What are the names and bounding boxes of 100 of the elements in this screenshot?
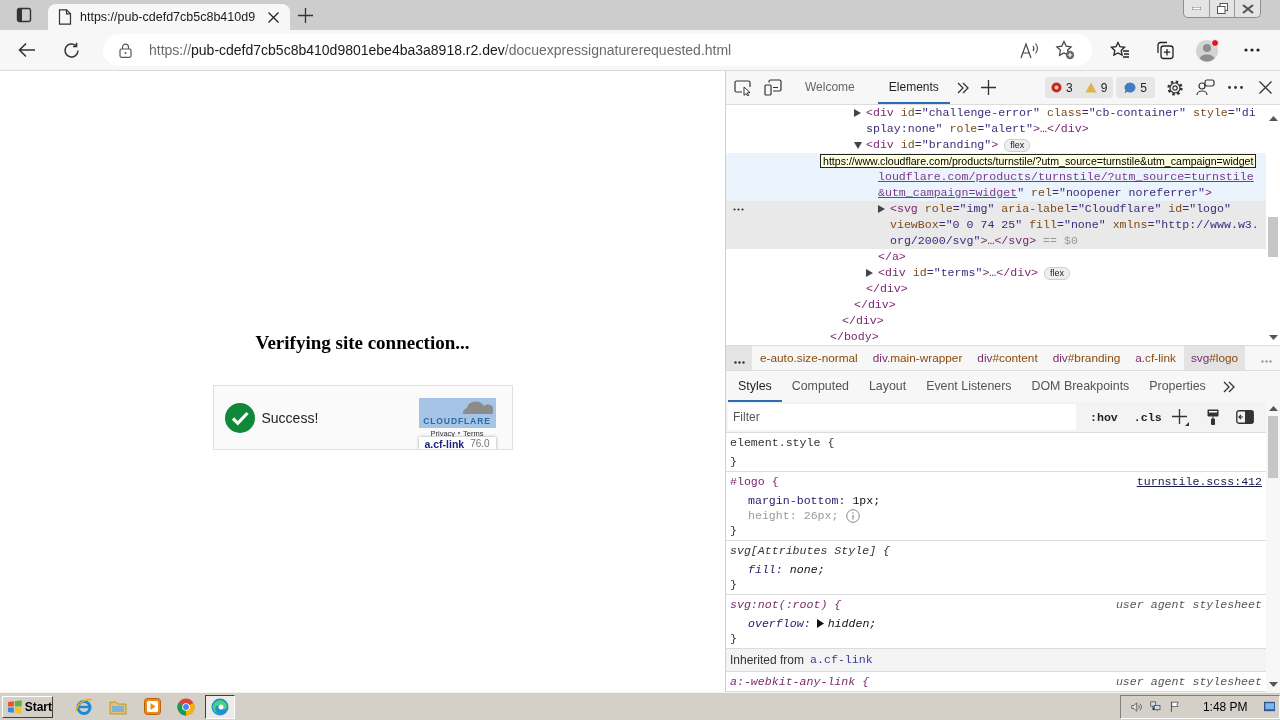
- filter-field[interactable]: Filter: [728, 404, 1076, 430]
- dom-node-markup: viewBox="0 0 74 25" fill="none" xmlns="http://www.w3.: [890, 217, 1259, 233]
- breadcrumb[interactable]: svg#logo: [1183, 346, 1246, 370]
- expand-triangle-icon[interactable]: [816, 619, 824, 628]
- flex-badge[interactable]: flex: [1044, 266, 1071, 280]
- expand-triangle-icon[interactable]: [866, 269, 873, 277]
- breadcrumb[interactable]: div#branding: [1045, 346, 1128, 370]
- scroll-up-icon[interactable]: [1268, 406, 1278, 411]
- breadcrumb[interactable]: div.main-wrapper: [865, 346, 970, 370]
- devtools-tab[interactable]: Welcome: [794, 71, 866, 104]
- warning-icon: [1084, 82, 1097, 93]
- dom-node-row[interactable]: https://www.cloudflare.com/products/turnstile/?utm_source=turnstile&utm_campaign=widget loudflare.com/products/turnstile/?utm_source=turnstile &utm_campaign=widget" rel="noopener noreferrer">: [726, 153, 1266, 201]
- tab-title: https://pub-cdefd7cb5c8b410d9: [80, 10, 257, 24]
- flex-badge[interactable]: flex: [1004, 138, 1031, 152]
- source-link[interactable]: turnstile.scss:412: [1136, 474, 1262, 490]
- address-url: https://pub-cdefd7cb5c8b410d9801ebe4ba3a8918.r2.dev/docuexpressignaturerequested.html: [149, 42, 732, 58]
- link-tooltip: https://www.cloudflare.com/products/turnstile/?utm_source=turnstile&utm_campaign=widget: [820, 154, 1257, 168]
- closing-brace: }: [730, 523, 737, 539]
- expand-triangle-icon[interactable]: [878, 205, 885, 213]
- rule-selector: element.style {: [730, 435, 835, 451]
- state-toggle-button[interactable]: .cls: [1131, 406, 1164, 428]
- scrollbar-thumb[interactable]: [1268, 416, 1278, 478]
- scrollbar[interactable]: [1266, 402, 1280, 692]
- refresh-icon: [62, 41, 80, 59]
- tricolor-circle-icon: [177, 697, 195, 716]
- css-property[interactable]: overflow:: [748, 615, 811, 632]
- error-icon: [1050, 82, 1062, 93]
- address-bar[interactable]: https://pub-cdefd7cb5c8b410d9801ebe4ba3a8918.r2.dev/docuexpressignaturerequested.html: [103, 34, 1092, 66]
- breadcrumb-more-button[interactable]: [726, 346, 752, 370]
- css-value[interactable]: hidden;: [827, 615, 877, 632]
- dom-node-markup: <div id="branding">: [866, 137, 999, 153]
- styles-pane-tab[interactable]: DOM Breakpoints: [1021, 371, 1140, 402]
- dom-node-markup: org/2000/svg">…</svg> == $0: [890, 233, 1078, 249]
- styles-pane-tab[interactable]: Event Listeners: [916, 371, 1022, 402]
- closing-tag: </div>: [866, 281, 908, 297]
- success-check-icon: [224, 402, 255, 433]
- dom-node-row[interactable]: <div id="branding"> flex: [726, 137, 1266, 153]
- paint-brush-icon: [1206, 409, 1219, 425]
- state-toggle-button[interactable]: :hov: [1088, 406, 1120, 428]
- messages-button[interactable]: 5: [1116, 77, 1155, 98]
- warning-count: 9: [1100, 80, 1108, 95]
- more-icon[interactable]: [732, 207, 744, 211]
- element-selector: a.cf-link: [424, 437, 465, 449]
- read-aloud-icon[interactable]: [1020, 41, 1040, 59]
- show-desktop-icon[interactable]: [1263, 700, 1275, 713]
- selector-link[interactable]: a.cf-link: [810, 652, 873, 668]
- scroll-down-icon[interactable]: [1268, 682, 1278, 687]
- issues-button[interactable]: 3 9: [1044, 77, 1114, 98]
- inherited-label: Inherited from: [730, 653, 805, 667]
- styles-pane-tab[interactable]: Layout: [858, 371, 917, 402]
- css-property[interactable]: fill:: [748, 561, 783, 578]
- devtools-tab[interactable]: Elements: [877, 71, 950, 104]
- close-icon[interactable]: [268, 11, 279, 23]
- closing-tag[interactable]: </div>: [854, 297, 896, 313]
- back-arrow-icon: [18, 42, 36, 58]
- breadcrumb[interactable]: div#content: [970, 346, 1045, 370]
- scroll-down-icon[interactable]: [1268, 335, 1278, 340]
- settings-icon: [1166, 78, 1184, 97]
- dom-node-row[interactable]: <div id="challenge-error" class="cb-container" style="di splay:none" role="alert">…</div>: [726, 105, 1266, 137]
- href-link[interactable]: loudflare.com/products/turnstile/?utm_source=turnstile: [878, 169, 1254, 185]
- css-value[interactable]: none;: [789, 561, 825, 578]
- double-chevron-icon: [956, 81, 969, 94]
- more-icon: [733, 361, 745, 364]
- page-heading: Verifying site connection...: [255, 332, 470, 354]
- styles-pane-tab[interactable]: Properties: [1139, 371, 1216, 402]
- start-button[interactable]: Start: [2, 695, 53, 718]
- css-property[interactable]: margin-bottom:: [748, 492, 846, 509]
- scroll-up-icon[interactable]: [1268, 116, 1278, 121]
- css-value[interactable]: 1px;: [852, 492, 881, 509]
- expand-triangle-icon[interactable]: [854, 109, 861, 117]
- windows-flag-icon: [7, 699, 23, 714]
- breadcrumb[interactable]: e-auto.size-normal: [753, 346, 865, 370]
- dom-node-markup: splay:none" role="alert">…</div>: [866, 121, 1089, 137]
- href-link[interactable]: &utm_campaign=widget: [878, 185, 1018, 201]
- page-icon: [58, 9, 72, 25]
- double-chevron-icon: [1222, 380, 1235, 393]
- breadcrumb[interactable]: a.cf-link: [1128, 346, 1183, 370]
- closing-brace: }: [730, 454, 737, 470]
- browser-tab[interactable]: https://pub-cdefd7cb5c8b410d9: [48, 4, 290, 30]
- dom-node-row[interactable]: <svg role="img" aria-label="Cloudflare" id="logo" viewBox="0 0 74 25" fill="none" xmlns="http://www.w3. org/2000/svg">…</svg> == $0: [726, 201, 1266, 249]
- add-favorite-icon[interactable]: [1055, 40, 1075, 60]
- closing-brace: }: [730, 631, 737, 647]
- clock[interactable]: 1:48 PM: [1202, 699, 1248, 714]
- closing-tag[interactable]: </div>: [842, 313, 884, 329]
- closing-tag[interactable]: </body>: [830, 329, 879, 345]
- collapse-triangle-icon[interactable]: [854, 141, 862, 149]
- flag-icon[interactable]: [1169, 699, 1180, 714]
- inspect-icon: [734, 79, 752, 96]
- taskbar-app-button[interactable]: [205, 694, 235, 719]
- close-icon: [1258, 81, 1272, 94]
- error-count: 3: [1065, 80, 1073, 95]
- collections-icon: [1154, 40, 1174, 60]
- minimize-icon: [1192, 7, 1201, 10]
- speaker-icon[interactable]: [1131, 699, 1143, 714]
- styles-pane-tab[interactable]: Computed: [781, 371, 859, 402]
- network-icon[interactable]: [1150, 699, 1162, 714]
- dom-node-markup: <svg role="img" aria-label="Cloudflare" id="logo": [890, 201, 1231, 217]
- dom-node-row[interactable]: <div id="terms">…</div> flex: [726, 265, 1266, 281]
- more-icon: [1227, 86, 1243, 89]
- scrollbar-thumb[interactable]: [1268, 217, 1278, 257]
